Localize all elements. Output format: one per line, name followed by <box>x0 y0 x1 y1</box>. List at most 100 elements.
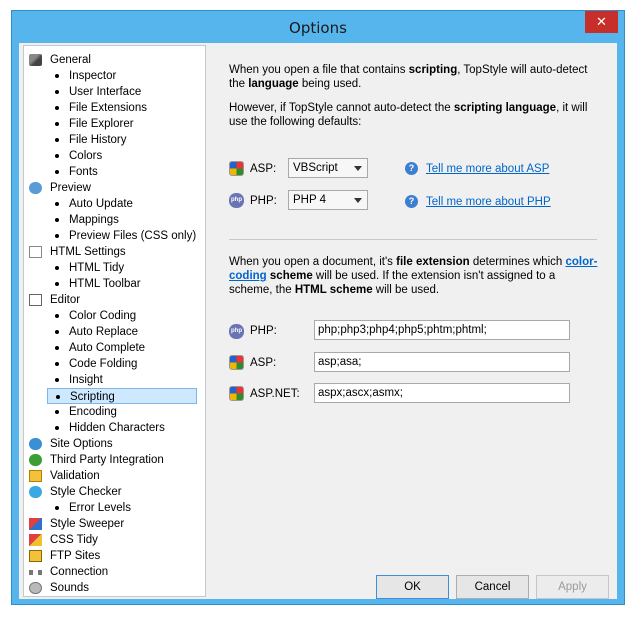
tree-item-label: Insight <box>69 374 103 386</box>
tree-item-label: Mappings <box>69 214 119 226</box>
bullet-icon <box>55 330 59 334</box>
tree-item-fonts[interactable]: Fonts <box>24 164 205 180</box>
asp-default-label: ASP: <box>250 163 277 175</box>
tree-item-label: Preview <box>50 182 91 194</box>
asp-extensions-input[interactable]: asp;asa; <box>314 352 570 372</box>
tree-item-user-interface[interactable]: User Interface <box>24 84 205 100</box>
tree-item-html-settings[interactable]: HTML Settings <box>24 244 205 260</box>
tree-item-label: Style Checker <box>50 486 122 498</box>
tree-item-label: General <box>50 54 91 66</box>
tree-item-general[interactable]: General <box>24 52 205 68</box>
tree-item-insight[interactable]: Insight <box>24 372 205 388</box>
tree-item-css-tidy[interactable]: CSS Tidy <box>24 532 205 548</box>
tree-item-file-extensions[interactable]: File Extensions <box>24 100 205 116</box>
tree-item-label: Style Sweeper <box>50 518 125 530</box>
tree-item-color-coding[interactable]: Color Coding <box>24 308 205 324</box>
tree-item-html-tidy[interactable]: HTML Tidy <box>24 260 205 276</box>
tree-item-label: Auto Complete <box>69 342 146 354</box>
tree-item-site-options[interactable]: Site Options <box>24 436 205 452</box>
tree-item-error-levels[interactable]: Error Levels <box>24 500 205 516</box>
tree-item-label: Colors <box>69 150 103 162</box>
tree-item-connection[interactable]: Connection <box>24 564 205 580</box>
cancel-button[interactable]: Cancel <box>456 575 529 599</box>
tree-item-inspector[interactable]: Inspector <box>24 68 205 84</box>
tree-item-colors[interactable]: Colors <box>24 148 205 164</box>
tree-item-style-checker[interactable]: Style Checker <box>24 484 205 500</box>
options-window: Options ✕ General Inspector User Interface… <box>11 10 625 605</box>
apply-button[interactable]: Apply <box>536 575 609 599</box>
chevron-down-icon <box>354 166 362 171</box>
tree-item-auto-complete[interactable]: Auto Complete <box>24 340 205 356</box>
tree-item-label: Site Options <box>50 438 113 450</box>
close-button[interactable]: ✕ <box>585 11 618 33</box>
validation-icon <box>29 470 42 482</box>
tree-item-scripting[interactable]: Scripting <box>47 388 197 404</box>
tree-item-auto-update[interactable]: Auto Update <box>24 196 205 212</box>
tree-item-label: Hidden Characters <box>69 422 165 434</box>
tree-item-validation[interactable]: Validation <box>24 468 205 484</box>
tree-item-label: Auto Replace <box>69 326 139 338</box>
tree-item-third-party-integration[interactable]: Third Party Integration <box>24 452 205 468</box>
tree-item-editor[interactable]: Editor <box>24 292 205 308</box>
section-divider <box>229 239 597 240</box>
options-tree[interactable]: General Inspector User Interface File Exten… <box>23 45 206 597</box>
tree-item-hidden-characters[interactable]: Hidden Characters <box>24 420 205 436</box>
tree-item-label: Preview Files (CSS only) <box>69 230 197 242</box>
aspnet-extensions-input[interactable]: aspx;ascx;asmx; <box>314 383 570 403</box>
tree-item-style-sweeper[interactable]: Style Sweeper <box>24 516 205 532</box>
tree-item-label: Code Folding <box>69 358 138 370</box>
tree-item-mappings[interactable]: Mappings <box>24 212 205 228</box>
help-icon: ? <box>405 162 418 175</box>
aspnet-icon <box>229 386 244 401</box>
php-default-label: PHP: <box>250 195 277 207</box>
ok-button[interactable]: OK <box>376 575 449 599</box>
bullet-icon <box>55 426 59 430</box>
tree-item-file-explorer[interactable]: File Explorer <box>24 116 205 132</box>
php-extensions-input[interactable]: php;php3;php4;php5;phtm;phtml; <box>314 320 570 340</box>
tree-item-sounds[interactable]: Sounds <box>24 580 205 596</box>
bullet-icon <box>55 122 59 126</box>
tree-item-label: Inspector <box>69 70 117 82</box>
tree-item-label: HTML Tidy <box>69 262 125 274</box>
tree-item-file-history[interactable]: File History <box>24 132 205 148</box>
php-language-value: PHP 4 <box>293 194 327 206</box>
sounds-icon <box>29 582 42 594</box>
connection-icon <box>29 570 42 575</box>
site-icon <box>29 438 42 450</box>
third-party-icon <box>29 454 42 466</box>
tree-item-label: Third Party Integration <box>50 454 164 466</box>
asp-extensions-label: ASP: <box>250 357 277 369</box>
title-bar[interactable]: Options ✕ <box>12 11 624 44</box>
editor-icon <box>29 294 42 306</box>
chevron-down-icon <box>354 198 362 203</box>
tree-item-encoding[interactable]: Encoding <box>24 404 205 420</box>
bullet-icon <box>55 378 59 382</box>
php-icon: php <box>229 193 244 208</box>
tree-item-auto-replace[interactable]: Auto Replace <box>24 324 205 340</box>
tree-item-label: Editor <box>50 294 81 306</box>
asp-language-select[interactable]: VBScript <box>288 158 368 178</box>
bullet-icon <box>55 154 59 158</box>
style-sweeper-icon <box>29 518 42 530</box>
tree-item-code-folding[interactable]: Code Folding <box>24 356 205 372</box>
php-language-select[interactable]: PHP 4 <box>288 190 368 210</box>
tree-item-html-toolbar[interactable]: HTML Toolbar <box>24 276 205 292</box>
asp-help-link[interactable]: Tell me more about ASP <box>426 162 549 176</box>
window-title: Options <box>289 19 347 37</box>
php-icon: php <box>229 324 244 339</box>
tree-item-label: Validation <box>50 470 100 482</box>
tree-item-preview[interactable]: Preview <box>24 180 205 196</box>
tree-item-preview-files-css-only[interactable]: Preview Files (CSS only) <box>24 228 205 244</box>
tree-item-label: FTP Sites <box>50 550 101 562</box>
tree-item-label: File Explorer <box>69 118 134 130</box>
ftp-icon <box>29 550 42 562</box>
bullet-icon <box>56 395 60 399</box>
php-help-link[interactable]: Tell me more about PHP <box>426 195 551 209</box>
style-checker-icon <box>29 486 42 498</box>
bullet-icon <box>55 234 59 238</box>
tree-item-ftp-sites[interactable]: FTP Sites <box>24 548 205 564</box>
bullet-icon <box>55 282 59 286</box>
dialog-client-area: General Inspector User Interface File Exten… <box>19 43 617 599</box>
css-tidy-icon <box>29 534 42 546</box>
tree-item-label: HTML Toolbar <box>69 278 141 290</box>
